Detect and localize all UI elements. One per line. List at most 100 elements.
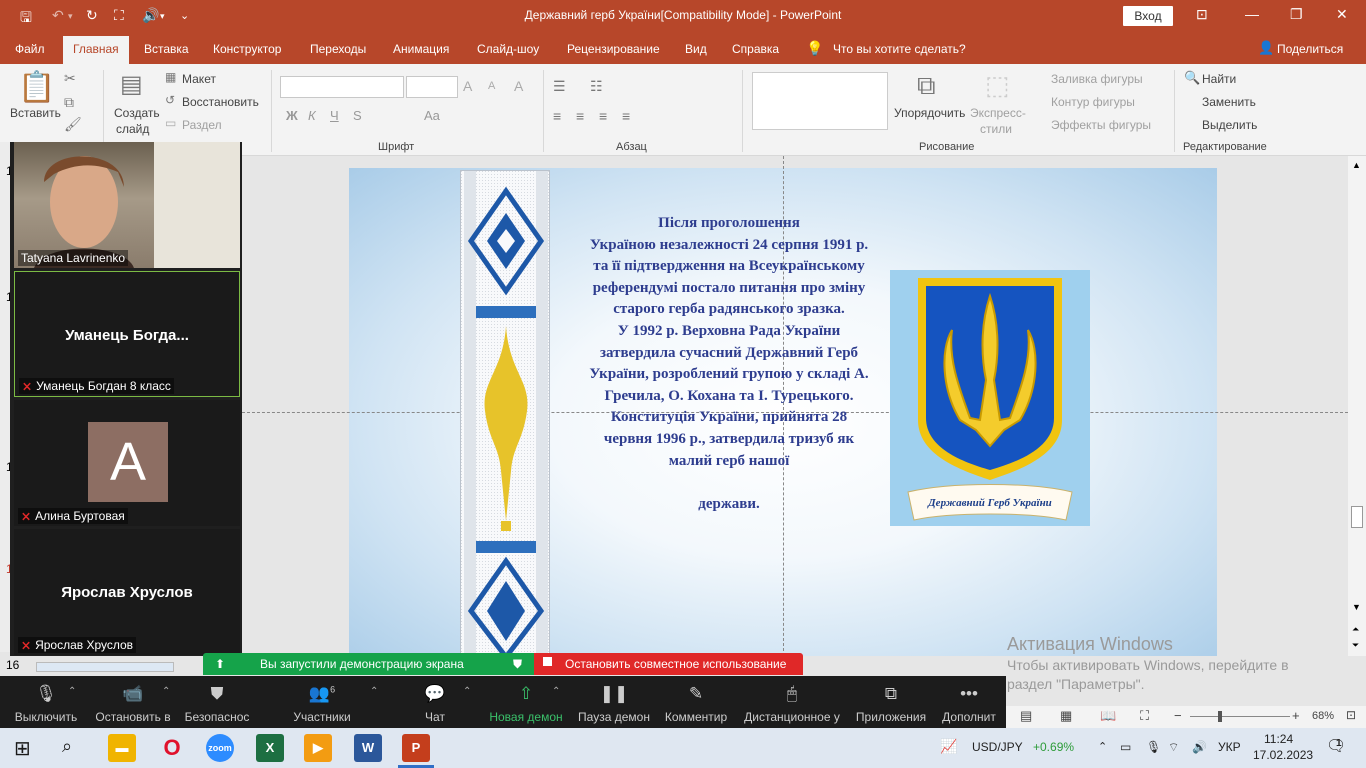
tell-me-search[interactable]: Что вы хотите сделать? (833, 42, 966, 56)
new-slide-button[interactable]: Создать (114, 106, 160, 120)
vertical-scrollbar[interactable]: ▲ ▼ ⏶ ⏷ (1348, 156, 1366, 656)
shadow-button[interactable]: S (353, 108, 362, 123)
chevron-up-icon[interactable]: ⌃ (68, 686, 76, 697)
tab-transitions[interactable]: Переходы (310, 42, 366, 56)
quick-styles-button[interactable]: Экспресс- (970, 106, 1026, 120)
chevron-up-icon[interactable]: ⌃ (370, 686, 378, 697)
clock-time[interactable]: 11:24 (1264, 732, 1293, 746)
video-tile[interactable]: Tatyana Lavrinenko (14, 142, 240, 268)
security-button[interactable]: ⛊ Безопаснос (182, 676, 252, 728)
cut-icon[interactable]: ✂ (64, 70, 76, 87)
coat-of-arms-image[interactable]: Державний Герб України (890, 270, 1090, 526)
participant-tile[interactable]: Ярослав Хруслов ⨯ Ярослав Хруслов (14, 529, 240, 655)
scroll-up-icon[interactable]: ▲ (1352, 160, 1361, 170)
minimize-button[interactable]: — (1245, 6, 1259, 22)
zoom-slider-thumb[interactable] (1218, 711, 1222, 722)
grow-font-button[interactable]: A (463, 78, 472, 94)
participant-tile[interactable]: A ⨯ Алина Буртовая (14, 400, 240, 526)
annotate-button[interactable]: ✎ Комментир (662, 676, 730, 728)
speaker-icon[interactable]: 🔊 (1192, 740, 1207, 754)
replace-button[interactable]: Заменить (1202, 95, 1256, 109)
select-button[interactable]: Выделить (1202, 118, 1257, 132)
align-right-icon[interactable]: ≡ (599, 108, 607, 124)
scroll-down-icon[interactable]: ▼ (1352, 602, 1361, 612)
quick-styles-icon[interactable]: ⬚ (985, 70, 1010, 101)
tray-device-icon[interactable]: ▭ (1120, 740, 1131, 754)
slide-body-text[interactable]: Після проголошення Україною незалежності… (588, 213, 870, 515)
normal-view-icon[interactable]: ▤ (1020, 708, 1032, 724)
tab-file[interactable]: Файл (15, 42, 45, 56)
chat-button[interactable]: 💬 Чат (414, 676, 456, 728)
reset-button[interactable]: Восстановить (182, 95, 259, 109)
close-button[interactable]: ✕ (1336, 6, 1348, 23)
font-size-combo[interactable] (406, 76, 458, 98)
shrink-font-button[interactable]: A (488, 80, 495, 92)
tab-insert[interactable]: Вставка (144, 42, 189, 56)
search-icon[interactable]: ⌕ (62, 736, 72, 757)
word-icon[interactable]: W (354, 734, 382, 762)
tab-help[interactable]: Справка (732, 42, 779, 56)
mute-button[interactable]: 🎙 Выключить (10, 676, 82, 728)
apps-button[interactable]: ⧉ Приложения (852, 676, 930, 728)
scroll-thumb[interactable] (1351, 506, 1363, 528)
clear-format-button[interactable]: A (514, 78, 523, 94)
numbering-icon[interactable]: ☷ (590, 78, 603, 95)
arrange-icon[interactable]: ⧉ (917, 70, 936, 102)
participants-button[interactable]: 👥6 Участники (286, 676, 358, 728)
slideshow-view-icon[interactable]: ⛶ (1140, 708, 1149, 724)
font-name-combo[interactable] (280, 76, 404, 98)
chevron-up-icon[interactable]: ⌃ (463, 686, 471, 697)
tray-mic-icon[interactable]: 🎙 (1146, 740, 1161, 754)
new-slide-icon[interactable]: ▤ (120, 70, 143, 99)
shape-fill-button[interactable]: Заливка фигуры (1051, 72, 1143, 86)
bullets-icon[interactable]: ☰ (553, 78, 566, 95)
clock-date[interactable]: 17.02.2023 (1253, 748, 1313, 762)
align-left-icon[interactable]: ≡ (553, 108, 561, 124)
reading-view-icon[interactable]: 📖 (1100, 708, 1116, 724)
ornament-band[interactable] (460, 170, 550, 656)
ticker-symbol[interactable]: USD/JPY (972, 740, 1023, 754)
paste-button[interactable]: Вставить (10, 106, 61, 120)
ticker-change[interactable]: +0.69% (1033, 740, 1074, 754)
layout-button[interactable]: Макет (182, 72, 216, 86)
prev-slide-icon[interactable]: ⏶ (1352, 624, 1359, 635)
tab-design[interactable]: Конструктор (213, 42, 281, 56)
bold-button[interactable]: Ж (286, 108, 298, 123)
slide-thumbnail[interactable] (36, 662, 174, 672)
stop-share-button[interactable]: Остановить совместное использование (534, 653, 803, 675)
pause-share-button[interactable]: ❚❚ Пауза демон (576, 676, 652, 728)
share-button[interactable]: Поделиться (1277, 42, 1343, 56)
new-share-button[interactable]: ⇧ Новая демон (486, 676, 566, 728)
next-slide-icon[interactable]: ⏷ (1352, 640, 1359, 651)
chevron-up-icon[interactable]: ⌃ (552, 686, 560, 697)
zoom-level[interactable]: 68% (1312, 710, 1334, 722)
participant-tile-active[interactable]: Уманець Богда... ⨯ Уманець Богдан 8 класс (14, 271, 240, 397)
excel-icon[interactable]: X (256, 734, 284, 762)
chevron-up-icon[interactable]: ⌃ (162, 686, 170, 697)
copy-icon[interactable]: ⧉ (64, 94, 74, 111)
media-player-icon[interactable]: ▶ (304, 734, 332, 762)
align-center-icon[interactable]: ≡ (576, 108, 584, 124)
tab-review[interactable]: Рецензирование (567, 42, 660, 56)
windows-start-icon[interactable]: ⊞ (14, 736, 31, 761)
file-explorer-icon[interactable]: ▬ (108, 734, 136, 762)
login-button[interactable]: Вход (1123, 6, 1173, 26)
wifi-icon[interactable]: ⌔ (1168, 740, 1179, 755)
format-painter-icon[interactable]: 🖌 (64, 116, 82, 133)
stop-video-button[interactable]: 📹 Остановить в (94, 676, 172, 728)
show-hidden-icons[interactable]: ⌃ (1098, 740, 1107, 753)
italic-button[interactable]: К (308, 108, 316, 123)
tab-slideshow[interactable]: Слайд-шоу (477, 42, 539, 56)
restore-button[interactable]: ❐ (1290, 6, 1303, 23)
find-button[interactable]: Найти (1202, 72, 1236, 86)
section-button[interactable]: Раздел (182, 118, 222, 132)
arrange-button[interactable]: Упорядочить (894, 106, 965, 120)
shape-effects-button[interactable]: Эффекты фигуры (1051, 118, 1151, 132)
change-case-button[interactable]: Aa (424, 108, 440, 123)
opera-icon[interactable]: O (158, 734, 186, 762)
paste-icon[interactable]: 📋 (18, 70, 55, 105)
zoom-out-button[interactable]: − (1174, 708, 1182, 723)
tab-view[interactable]: Вид (685, 42, 707, 56)
remote-control-button[interactable]: 🖱 Дистанционное у (740, 676, 844, 728)
shapes-gallery[interactable] (752, 72, 888, 130)
